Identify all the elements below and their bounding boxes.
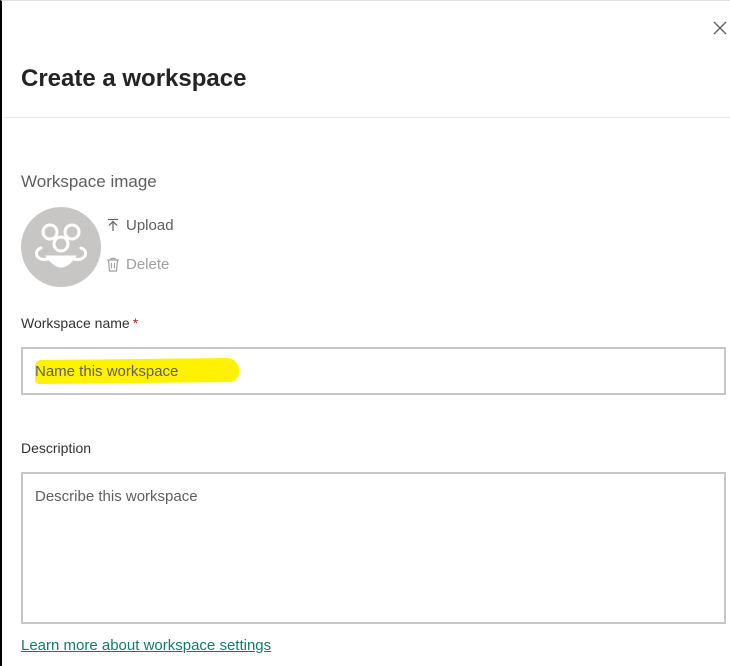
delete-label: Delete — [126, 255, 170, 273]
trash-icon — [107, 257, 119, 272]
learn-more-link[interactable]: Learn more about workspace settings — [21, 637, 271, 654]
workspace-name-label-text: Workspace name — [21, 315, 130, 331]
delete-button[interactable]: Delete — [106, 253, 169, 275]
description-placeholder: Describe this workspace — [35, 488, 198, 505]
workspace-name-placeholder: Name this workspace — [35, 362, 179, 380]
workspace-image-label: Workspace image — [21, 172, 157, 191]
header-divider — [4, 117, 730, 118]
create-workspace-panel: Create a workspace Workspace image Uploa… — [0, 0, 730, 666]
upload-icon — [108, 218, 118, 231]
description-label: Description — [21, 440, 92, 456]
close-button[interactable] — [712, 20, 728, 36]
description-textarea[interactable]: Describe this workspace — [21, 472, 726, 624]
group-avatar-icon — [35, 223, 87, 268]
upload-label: Upload — [126, 216, 174, 234]
workspace-name-input[interactable]: Name this workspace — [21, 347, 726, 395]
workspace-name-label: Workspace name * — [21, 313, 138, 333]
workspace-avatar[interactable] — [21, 207, 101, 287]
close-icon — [713, 21, 727, 35]
required-marker: * — [132, 315, 139, 331]
panel-title: Create a workspace — [21, 65, 247, 92]
upload-button[interactable]: Upload — [106, 214, 174, 236]
